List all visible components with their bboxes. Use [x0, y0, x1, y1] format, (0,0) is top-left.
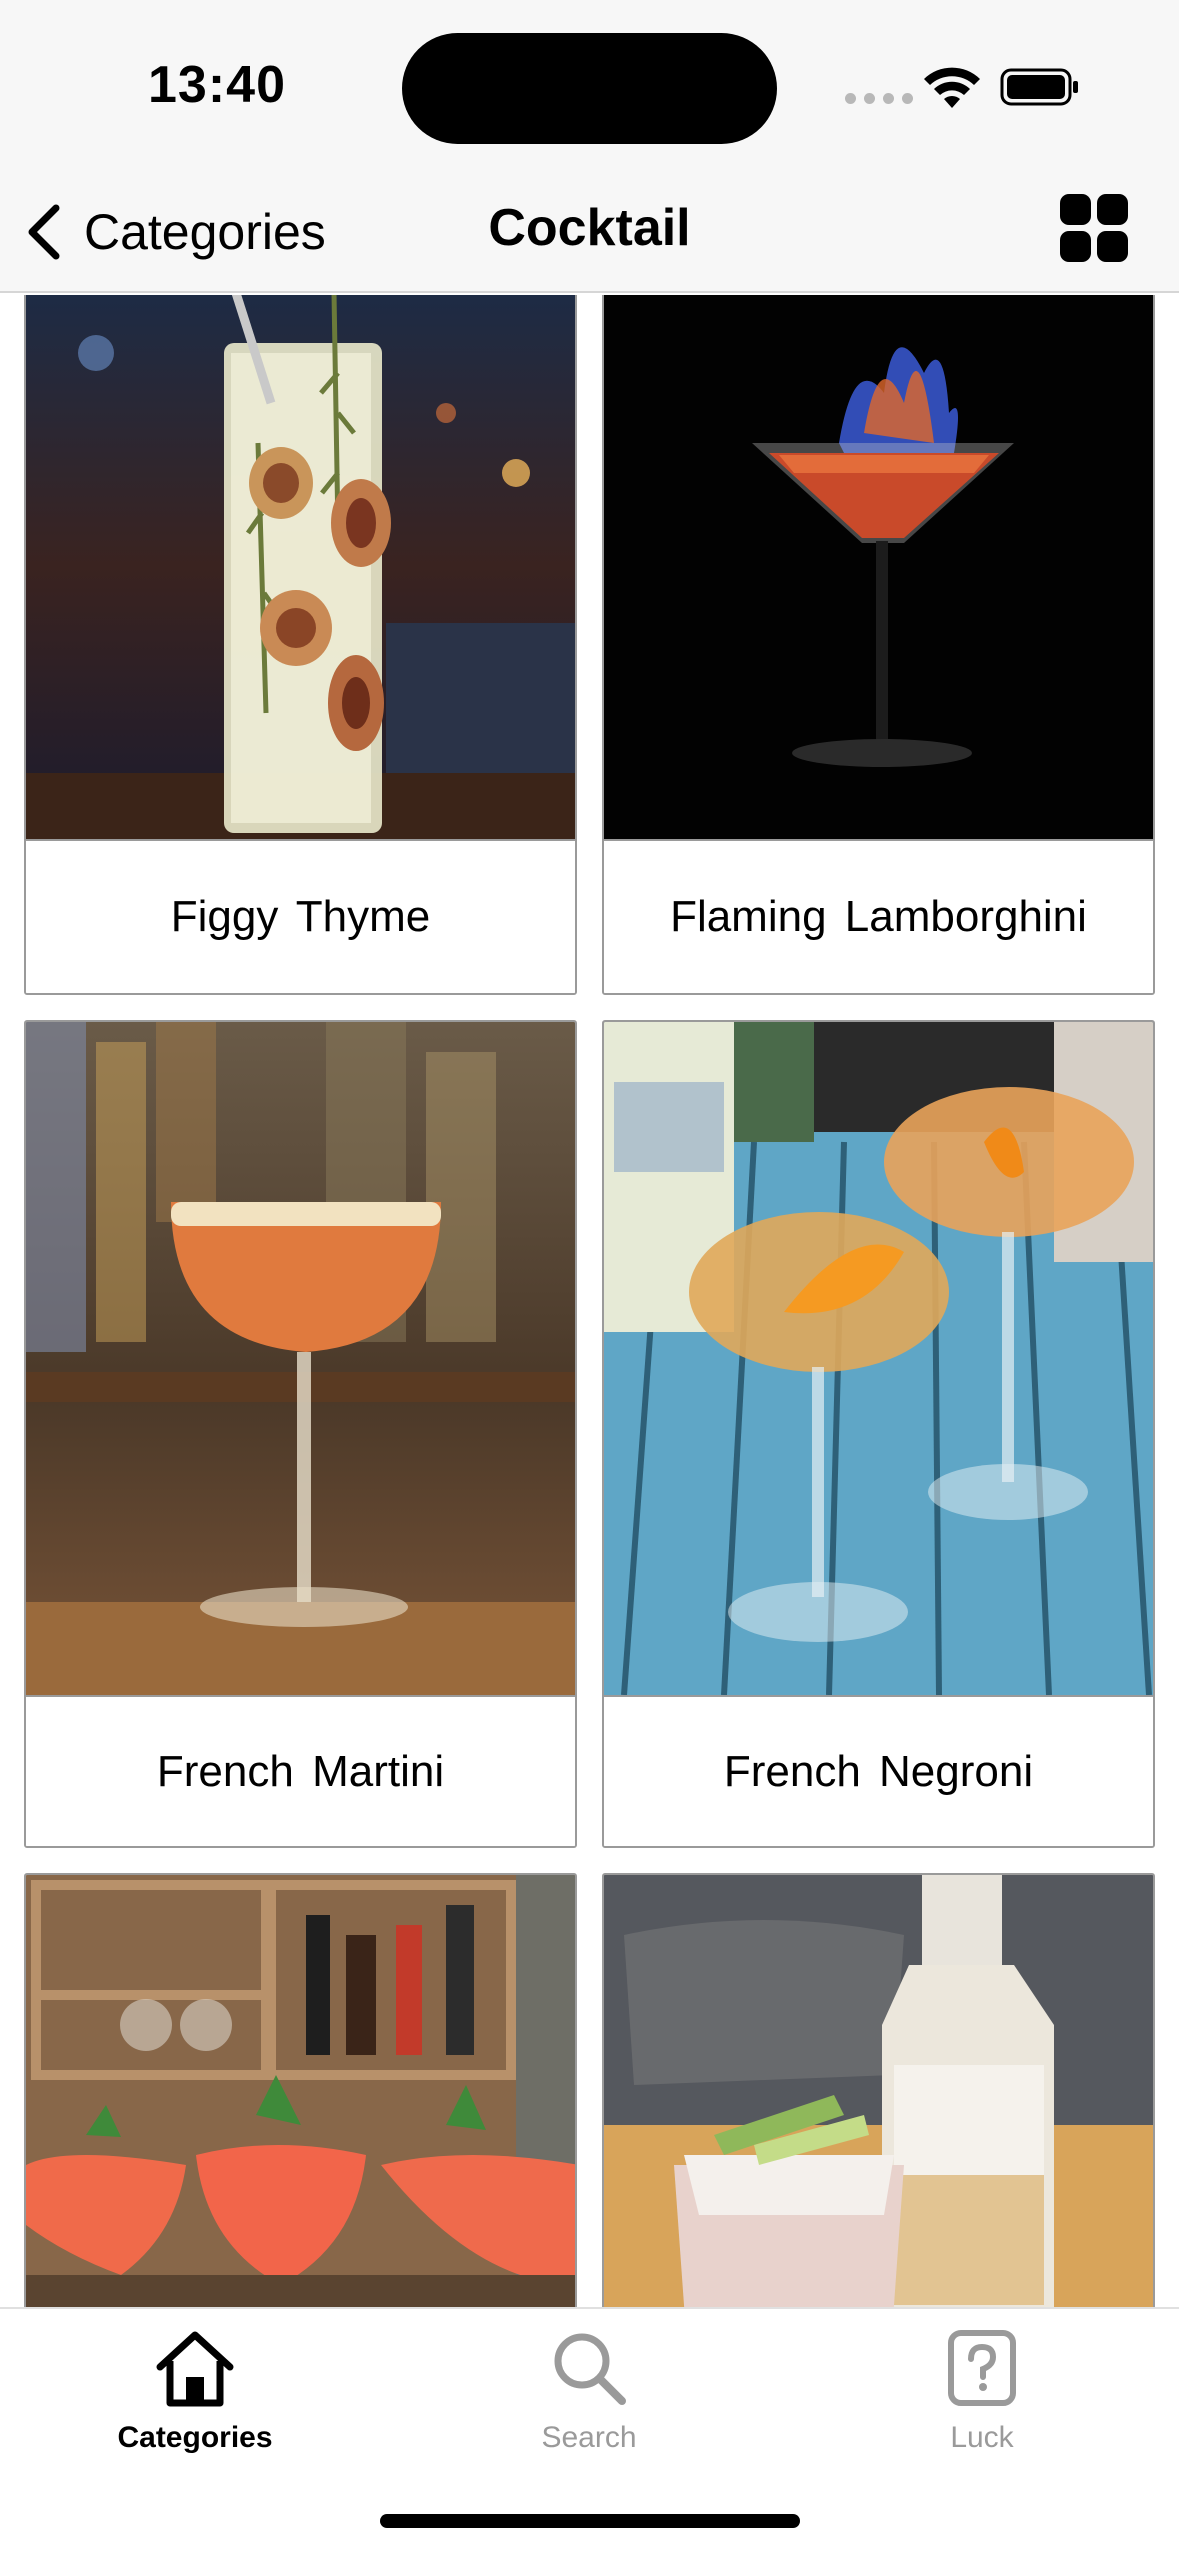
cocktail-card[interactable] [602, 1873, 1155, 2307]
cocktail-name: French Negroni [604, 1695, 1153, 1846]
cocktail-card[interactable]: Figgy Thyme [24, 295, 577, 995]
cocktail-card[interactable]: Flaming Lamborghini [602, 295, 1155, 995]
tab-luck[interactable]: Luck [862, 2327, 1102, 2477]
cocktail-grid: Figgy Thyme Flaming Lamborghini French M… [0, 295, 1179, 2307]
cocktail-photo [26, 295, 575, 839]
cocktail-photo [604, 1875, 1153, 2307]
tab-search[interactable]: Search [469, 2327, 709, 2477]
question-square-icon [948, 2330, 1016, 2406]
status-bar: 13:40 [0, 0, 1179, 170]
home-indicator [380, 2514, 800, 2528]
cellular-signal-icon [845, 93, 913, 104]
magnifier-icon [554, 2333, 626, 2405]
status-time: 13:40 [148, 56, 286, 114]
cocktail-card[interactable]: French Negroni [602, 1020, 1155, 1848]
navigation-bar: Categories Cocktail [0, 170, 1179, 293]
house-icon [156, 2331, 234, 2407]
wifi-icon [924, 67, 980, 108]
cocktail-card[interactable] [24, 1873, 577, 2307]
tab-label: Categories [117, 2421, 273, 2454]
cocktail-name: Figgy Thyme [26, 839, 575, 993]
tab-categories[interactable]: Categories [75, 2327, 315, 2477]
cocktail-name: French Martini [26, 1695, 575, 1846]
tab-label: Luck [950, 2421, 1014, 2454]
battery-icon [1000, 68, 1078, 106]
cocktail-photo [604, 295, 1153, 839]
cocktail-photo [604, 1022, 1153, 1695]
tab-label: Search [541, 2421, 637, 2454]
cocktail-photo [26, 1875, 575, 2307]
grid-view-icon[interactable] [1058, 192, 1130, 264]
cocktail-card[interactable]: French Martini [24, 1020, 577, 1848]
page-title: Cocktail [488, 199, 691, 257]
cocktail-name: Flaming Lamborghini [604, 839, 1153, 993]
dynamic-island [402, 33, 777, 144]
cocktail-photo [26, 1022, 575, 1695]
